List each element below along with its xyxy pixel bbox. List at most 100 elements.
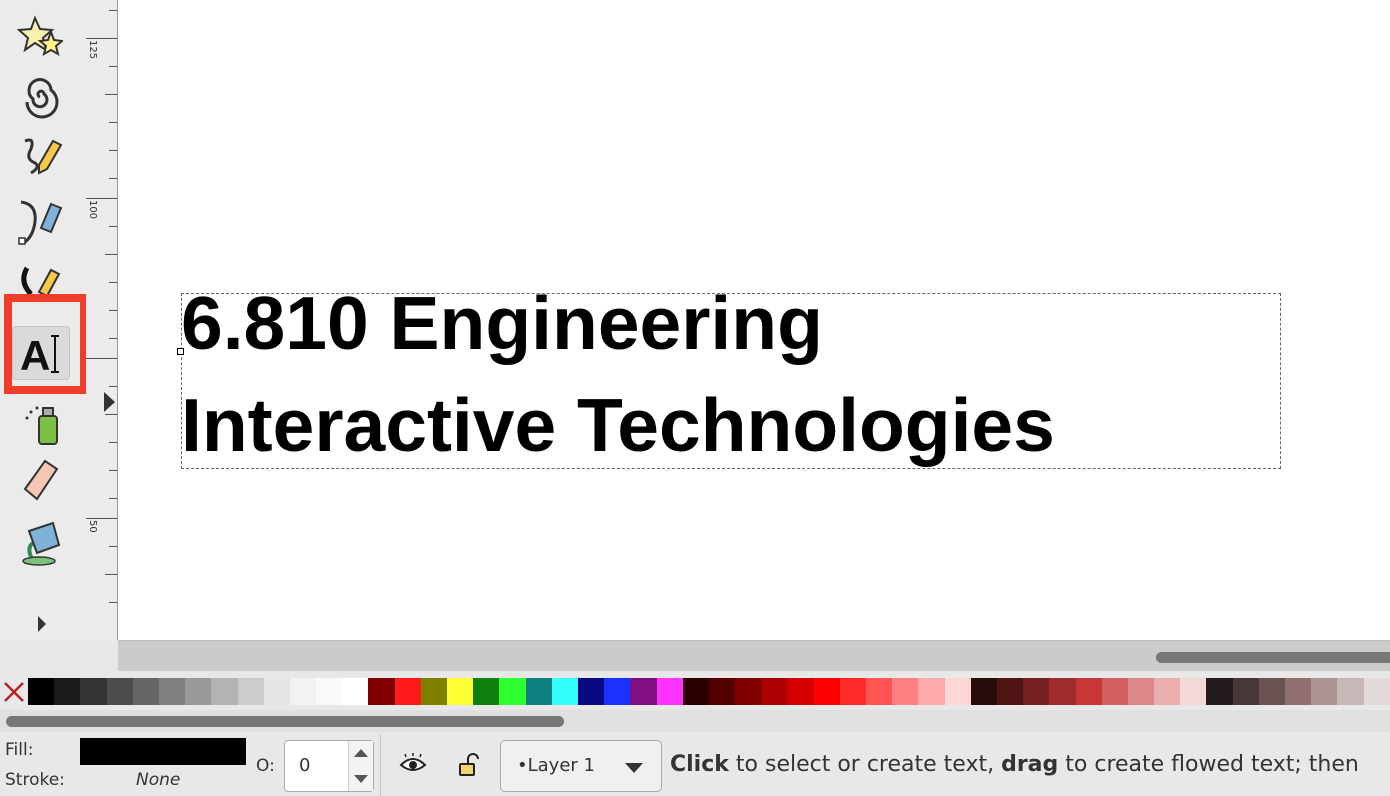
color-swatch[interactable]: [577, 678, 605, 705]
color-swatch[interactable]: [473, 678, 500, 705]
color-swatch[interactable]: [263, 678, 290, 705]
more-tools-icon[interactable]: [32, 612, 52, 636]
paint-bucket-tool-icon: [22, 521, 61, 566]
color-swatch[interactable]: [708, 678, 736, 705]
text-bounding-box: [181, 293, 1281, 469]
spray-tool[interactable]: [12, 398, 68, 450]
status-message: Click to select or create text, drag to …: [670, 752, 1359, 777]
color-swatch[interactable]: [1075, 678, 1102, 705]
eraser-tool[interactable]: [12, 454, 68, 506]
color-swatch[interactable]: [970, 678, 997, 705]
ruler-label: 50: [87, 520, 98, 533]
color-swatch[interactable]: [499, 678, 526, 705]
color-swatch[interactable]: [735, 678, 762, 705]
color-swatch[interactable]: [866, 678, 893, 705]
opacity-input[interactable]: 0: [299, 755, 310, 776]
color-palette: [0, 678, 1390, 705]
color-swatch[interactable]: [54, 678, 81, 705]
ruler-label: 125: [87, 40, 98, 60]
color-swatch[interactable]: [185, 678, 212, 705]
opacity-spin-buttons[interactable]: [348, 741, 373, 791]
color-swatch[interactable]: [1101, 678, 1128, 705]
separator: [380, 734, 381, 796]
text-baseline-handle[interactable]: [177, 348, 184, 355]
color-swatch[interactable]: [132, 678, 159, 705]
color-swatch[interactable]: [604, 678, 631, 705]
svg-text:A: A: [20, 332, 50, 376]
opacity-spinbox[interactable]: 0: [284, 740, 374, 792]
color-swatch[interactable]: [211, 678, 238, 705]
color-swatch[interactable]: [761, 678, 788, 705]
color-swatch[interactable]: [28, 678, 55, 705]
color-swatch[interactable]: [1363, 678, 1390, 705]
text-tool[interactable]: A: [12, 326, 70, 380]
color-swatch[interactable]: [420, 678, 447, 705]
color-swatch[interactable]: [1049, 678, 1076, 705]
opacity-label: O:: [256, 756, 275, 776]
spiral-tool-icon: [25, 78, 59, 119]
color-swatch[interactable]: [892, 678, 919, 705]
color-swatch[interactable]: [80, 678, 107, 705]
color-swatch[interactable]: [237, 678, 264, 705]
color-swatch[interactable]: [316, 678, 343, 705]
spray-tool-icon: [25, 406, 58, 445]
color-swatch[interactable]: [839, 678, 866, 705]
color-swatch[interactable]: [682, 678, 709, 705]
drawing-canvas[interactable]: 6.810 Engineering Interactive Technologi…: [118, 0, 1390, 640]
canvas-horizontal-scrollbar[interactable]: [118, 640, 1390, 671]
stroke-value[interactable]: None: [136, 770, 180, 790]
color-swatch[interactable]: [1127, 678, 1155, 705]
color-swatch[interactable]: [944, 678, 971, 705]
pencil-tool[interactable]: [12, 132, 68, 184]
palette-scrollbar[interactable]: [0, 710, 1390, 732]
vertical-ruler: 125 100 50: [86, 0, 118, 640]
text-tool-icon: A: [20, 332, 59, 376]
star-tool-icon: [17, 15, 63, 57]
color-swatch[interactable]: [996, 678, 1024, 705]
paint-bucket-tool[interactable]: [12, 516, 68, 568]
color-swatch[interactable]: [394, 678, 421, 705]
spin-down-icon: [354, 775, 368, 783]
pencil-tool-icon: [24, 138, 63, 175]
ruler-label: 100: [87, 200, 98, 220]
toggle-layer-visibility-button[interactable]: [398, 752, 428, 778]
color-swatch[interactable]: [1232, 678, 1259, 705]
color-swatch[interactable]: [630, 678, 657, 705]
color-swatch[interactable]: [1206, 678, 1233, 705]
spiral-tool[interactable]: [12, 70, 68, 122]
spin-up-icon: [354, 749, 368, 757]
color-swatch[interactable]: [158, 678, 186, 705]
pen-tool[interactable]: [12, 196, 68, 248]
color-swatch[interactable]: [368, 678, 395, 705]
calligraphy-tool-icon: [21, 266, 61, 298]
color-swatch[interactable]: [1258, 678, 1285, 705]
color-swatch[interactable]: [106, 678, 133, 705]
fill-color-indicator[interactable]: [80, 738, 246, 765]
fill-label: Fill:: [5, 740, 34, 760]
no-paint-swatch[interactable]: [0, 678, 28, 705]
color-swatch[interactable]: [1023, 678, 1050, 705]
canvas-scroll-thumb[interactable]: [1156, 652, 1390, 663]
layer-name: •Layer 1: [517, 755, 595, 776]
color-swatch[interactable]: [787, 678, 814, 705]
color-swatch[interactable]: [1311, 678, 1338, 705]
color-swatch[interactable]: [289, 678, 317, 705]
color-swatch[interactable]: [1154, 678, 1181, 705]
calligraphy-tool[interactable]: [12, 256, 68, 308]
color-swatch[interactable]: [1180, 678, 1207, 705]
color-swatch[interactable]: [656, 678, 683, 705]
toggle-layer-lock-button[interactable]: [456, 752, 480, 778]
color-swatch[interactable]: [813, 678, 840, 705]
color-swatch[interactable]: [1337, 678, 1364, 705]
color-swatch[interactable]: [447, 678, 474, 705]
color-swatch[interactable]: [918, 678, 945, 705]
color-swatch[interactable]: [551, 678, 578, 705]
ruler-position-marker: [104, 392, 115, 412]
star-tool[interactable]: [12, 10, 68, 62]
color-swatch[interactable]: [525, 678, 552, 705]
current-layer-dropdown[interactable]: •Layer 1: [500, 740, 662, 792]
color-swatch[interactable]: [342, 678, 369, 705]
palette-scroll-thumb[interactable]: [6, 716, 564, 727]
color-swatch[interactable]: [1285, 678, 1312, 705]
unlock-icon: [459, 753, 479, 776]
